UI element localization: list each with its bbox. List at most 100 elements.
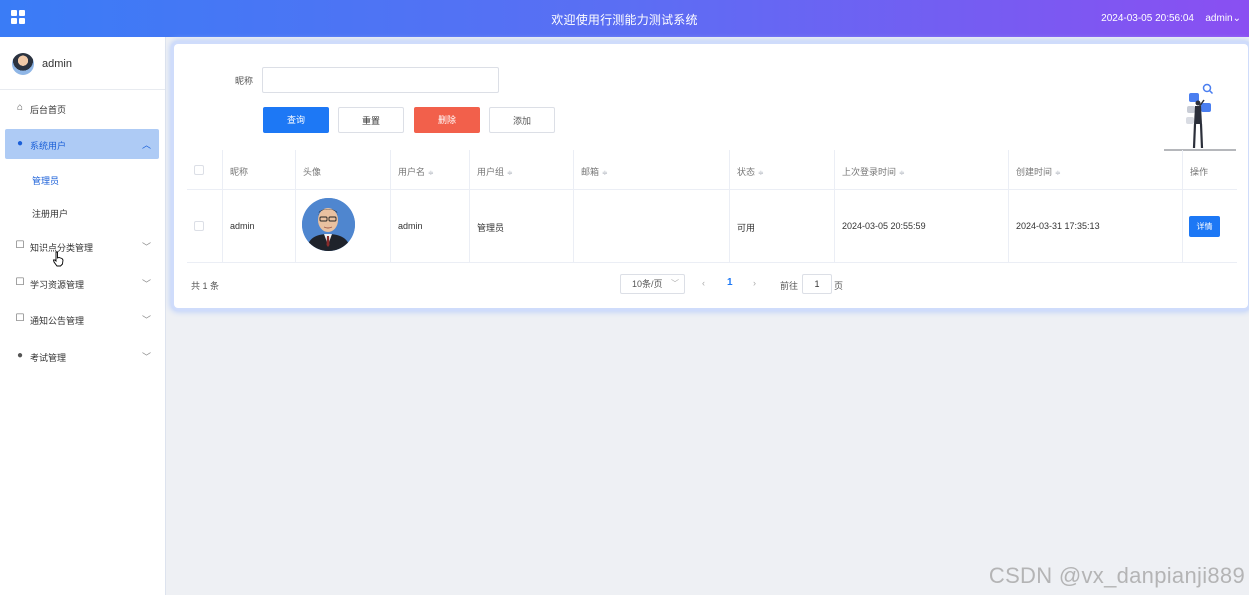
chevron-up-icon: ︿ bbox=[141, 140, 151, 150]
column-header-email[interactable]: 邮箱 ≑ bbox=[581, 165, 608, 178]
sort-icon[interactable]: ≑ bbox=[1055, 170, 1061, 177]
cell-last-login: 2024-03-05 20:55:59 bbox=[842, 221, 926, 231]
nickname-label: 昵称 bbox=[235, 76, 254, 86]
page-size-value: 10条/页 bbox=[632, 279, 663, 289]
row-select-cell bbox=[187, 190, 223, 262]
table-cell: admin bbox=[223, 190, 296, 262]
sidebar-item-announcements[interactable]: ☐ 通知公告管理 ﹀ bbox=[5, 304, 159, 334]
avatar[interactable] bbox=[302, 198, 355, 251]
header-cell[interactable]: 上次登录时间 ≑ bbox=[835, 150, 1009, 189]
header-cell: 头像 bbox=[296, 150, 391, 189]
prev-page-button[interactable]: ‹ bbox=[702, 278, 705, 288]
header-cell[interactable]: 邮箱 ≑ bbox=[574, 150, 730, 189]
header-cell: 昵称 bbox=[223, 150, 296, 189]
sidebar-item-home[interactable]: ⌂ 后台首页 bbox=[5, 93, 159, 123]
sidebar-subitem-registered-users[interactable]: 注册用户 bbox=[32, 207, 68, 220]
sidebar-user-name: admin bbox=[42, 58, 72, 70]
pagination-total: 共 1 条 bbox=[191, 281, 220, 291]
goto-page-input[interactable]: 1 bbox=[802, 274, 832, 294]
chevron-down-icon: ﹀ bbox=[141, 352, 151, 362]
table-cell: 管理员 bbox=[470, 190, 574, 262]
table-cell bbox=[574, 190, 730, 262]
header-select-cell bbox=[187, 150, 223, 189]
table-cell: 2024-03-31 17:35:13 bbox=[1009, 190, 1183, 262]
search-illustration-icon bbox=[1164, 83, 1236, 151]
cell-nickname: admin bbox=[230, 221, 255, 231]
page-number-current[interactable]: 1 bbox=[727, 277, 733, 288]
table-cell: 2024-03-05 20:55:59 bbox=[835, 190, 1009, 262]
column-header-avatar: 头像 bbox=[303, 167, 322, 177]
header-cell: 操作 bbox=[1183, 150, 1237, 189]
table-row: admin admin 管理员 可用 2024-03-05 20:55:59 2… bbox=[187, 190, 1237, 263]
sidebar-user: admin bbox=[0, 37, 165, 90]
header-cell[interactable]: 用户名 ≑ bbox=[391, 150, 470, 189]
app-title: 欢迎使用行测能力测试系统 bbox=[551, 13, 698, 27]
column-header-username[interactable]: 用户名 ≑ bbox=[398, 165, 434, 178]
sidebar-item-system-users[interactable]: ● 系统用户 ︿ bbox=[5, 129, 159, 159]
detail-button[interactable]: 详情 bbox=[1189, 216, 1220, 237]
add-button[interactable]: 添加 bbox=[489, 107, 555, 133]
select-all-checkbox[interactable] bbox=[194, 165, 204, 175]
sort-icon[interactable]: ≑ bbox=[428, 170, 434, 177]
sidebar-item-label: 知识点分类管理 bbox=[30, 243, 94, 253]
cell-username: admin bbox=[398, 221, 423, 231]
nickname-input[interactable] bbox=[262, 67, 499, 93]
page-size-select[interactable]: 10条/页 ﹀ bbox=[620, 274, 685, 294]
sidebar-item-knowledge-category[interactable]: ☐ 知识点分类管理 ﹀ bbox=[5, 231, 159, 261]
note-icon: ☐ bbox=[15, 240, 25, 251]
sort-icon[interactable]: ≑ bbox=[758, 170, 764, 177]
avatar bbox=[12, 53, 34, 75]
chevron-down-icon: ﹀ bbox=[141, 279, 151, 289]
sort-icon[interactable]: ≑ bbox=[507, 170, 513, 177]
sidebar-item-exam-management[interactable]: ● 考试管理 ﹀ bbox=[5, 341, 159, 371]
user-icon: ● bbox=[16, 138, 24, 149]
sidebar: admin ⌂ 后台首页 ● 系统用户 ︿ 管理员 注册用户 ☐ 知识点分类管理… bbox=[0, 37, 166, 595]
table-cell: 详情 bbox=[1183, 190, 1237, 262]
delete-button[interactable]: 删除 bbox=[414, 107, 480, 133]
cell-created: 2024-03-31 17:35:13 bbox=[1016, 221, 1100, 231]
column-header-last-login[interactable]: 上次登录时间 ≑ bbox=[842, 165, 905, 178]
chevron-down-icon: ⌄ bbox=[1232, 13, 1241, 24]
header-datetime: 2024-03-05 20:56:04 bbox=[1101, 13, 1194, 24]
header-cell[interactable]: 状态 ≑ bbox=[730, 150, 835, 189]
chevron-down-icon: ﹀ bbox=[141, 242, 151, 252]
sidebar-item-label: 通知公告管理 bbox=[30, 316, 85, 326]
header-user-name: admin bbox=[1205, 13, 1233, 24]
sidebar-subitem-admin[interactable]: 管理员 bbox=[32, 174, 59, 187]
main-panel: 昵称 查询 重置 删除 添加 昵称 头像 用户名 ≑ 用户组 ≑ 邮箱 ≑ 状态… bbox=[174, 44, 1248, 308]
column-header-created[interactable]: 创建时间 ≑ bbox=[1016, 165, 1061, 178]
sidebar-item-label: 考试管理 bbox=[30, 353, 67, 363]
sidebar-item-learning-resources[interactable]: ☐ 学习资源管理 ﹀ bbox=[5, 268, 159, 298]
location-icon: ● bbox=[16, 350, 24, 361]
header-user-menu[interactable]: admin⌄ bbox=[1205, 13, 1241, 24]
home-icon: ⌂ bbox=[16, 102, 24, 113]
cell-group: 管理员 bbox=[477, 223, 505, 233]
top-header: 欢迎使用行测能力测试系统 2024-03-05 20:56:04 admin⌄ bbox=[0, 0, 1249, 37]
note-icon: ☐ bbox=[15, 313, 25, 324]
sort-icon[interactable]: ≑ bbox=[899, 170, 905, 177]
row-checkbox[interactable] bbox=[194, 221, 204, 231]
query-button[interactable]: 查询 bbox=[263, 107, 329, 133]
column-header-actions: 操作 bbox=[1190, 167, 1209, 177]
table-header-row: 昵称 头像 用户名 ≑ 用户组 ≑ 邮箱 ≑ 状态 ≑ 上次登录时间 ≑ 创建时间 ≑ bbox=[187, 150, 1237, 190]
header-cell[interactable]: 用户组 ≑ bbox=[470, 150, 574, 189]
note-icon: ☐ bbox=[15, 277, 25, 288]
table-cell bbox=[296, 190, 391, 262]
sidebar-item-label: 后台首页 bbox=[30, 105, 67, 115]
next-page-button[interactable]: › bbox=[753, 278, 756, 288]
chevron-down-icon: ﹀ bbox=[141, 315, 151, 325]
sidebar-item-label: 系统用户 bbox=[30, 141, 67, 151]
chevron-down-icon: ﹀ bbox=[671, 279, 679, 288]
watermark: CSDN @vx_danpianji889 bbox=[988, 563, 1245, 588]
cell-status: 可用 bbox=[737, 223, 756, 233]
table-cell: admin bbox=[391, 190, 470, 262]
table-cell: 可用 bbox=[730, 190, 835, 262]
goto-label: 前往 bbox=[780, 281, 799, 291]
column-header-nickname: 昵称 bbox=[230, 167, 249, 177]
column-header-status[interactable]: 状态 ≑ bbox=[737, 165, 764, 178]
sort-icon[interactable]: ≑ bbox=[602, 170, 608, 177]
column-header-group[interactable]: 用户组 ≑ bbox=[477, 165, 513, 178]
goto-unit-label: 页 bbox=[834, 281, 844, 291]
header-cell[interactable]: 创建时间 ≑ bbox=[1009, 150, 1183, 189]
reset-button[interactable]: 重置 bbox=[338, 107, 404, 133]
